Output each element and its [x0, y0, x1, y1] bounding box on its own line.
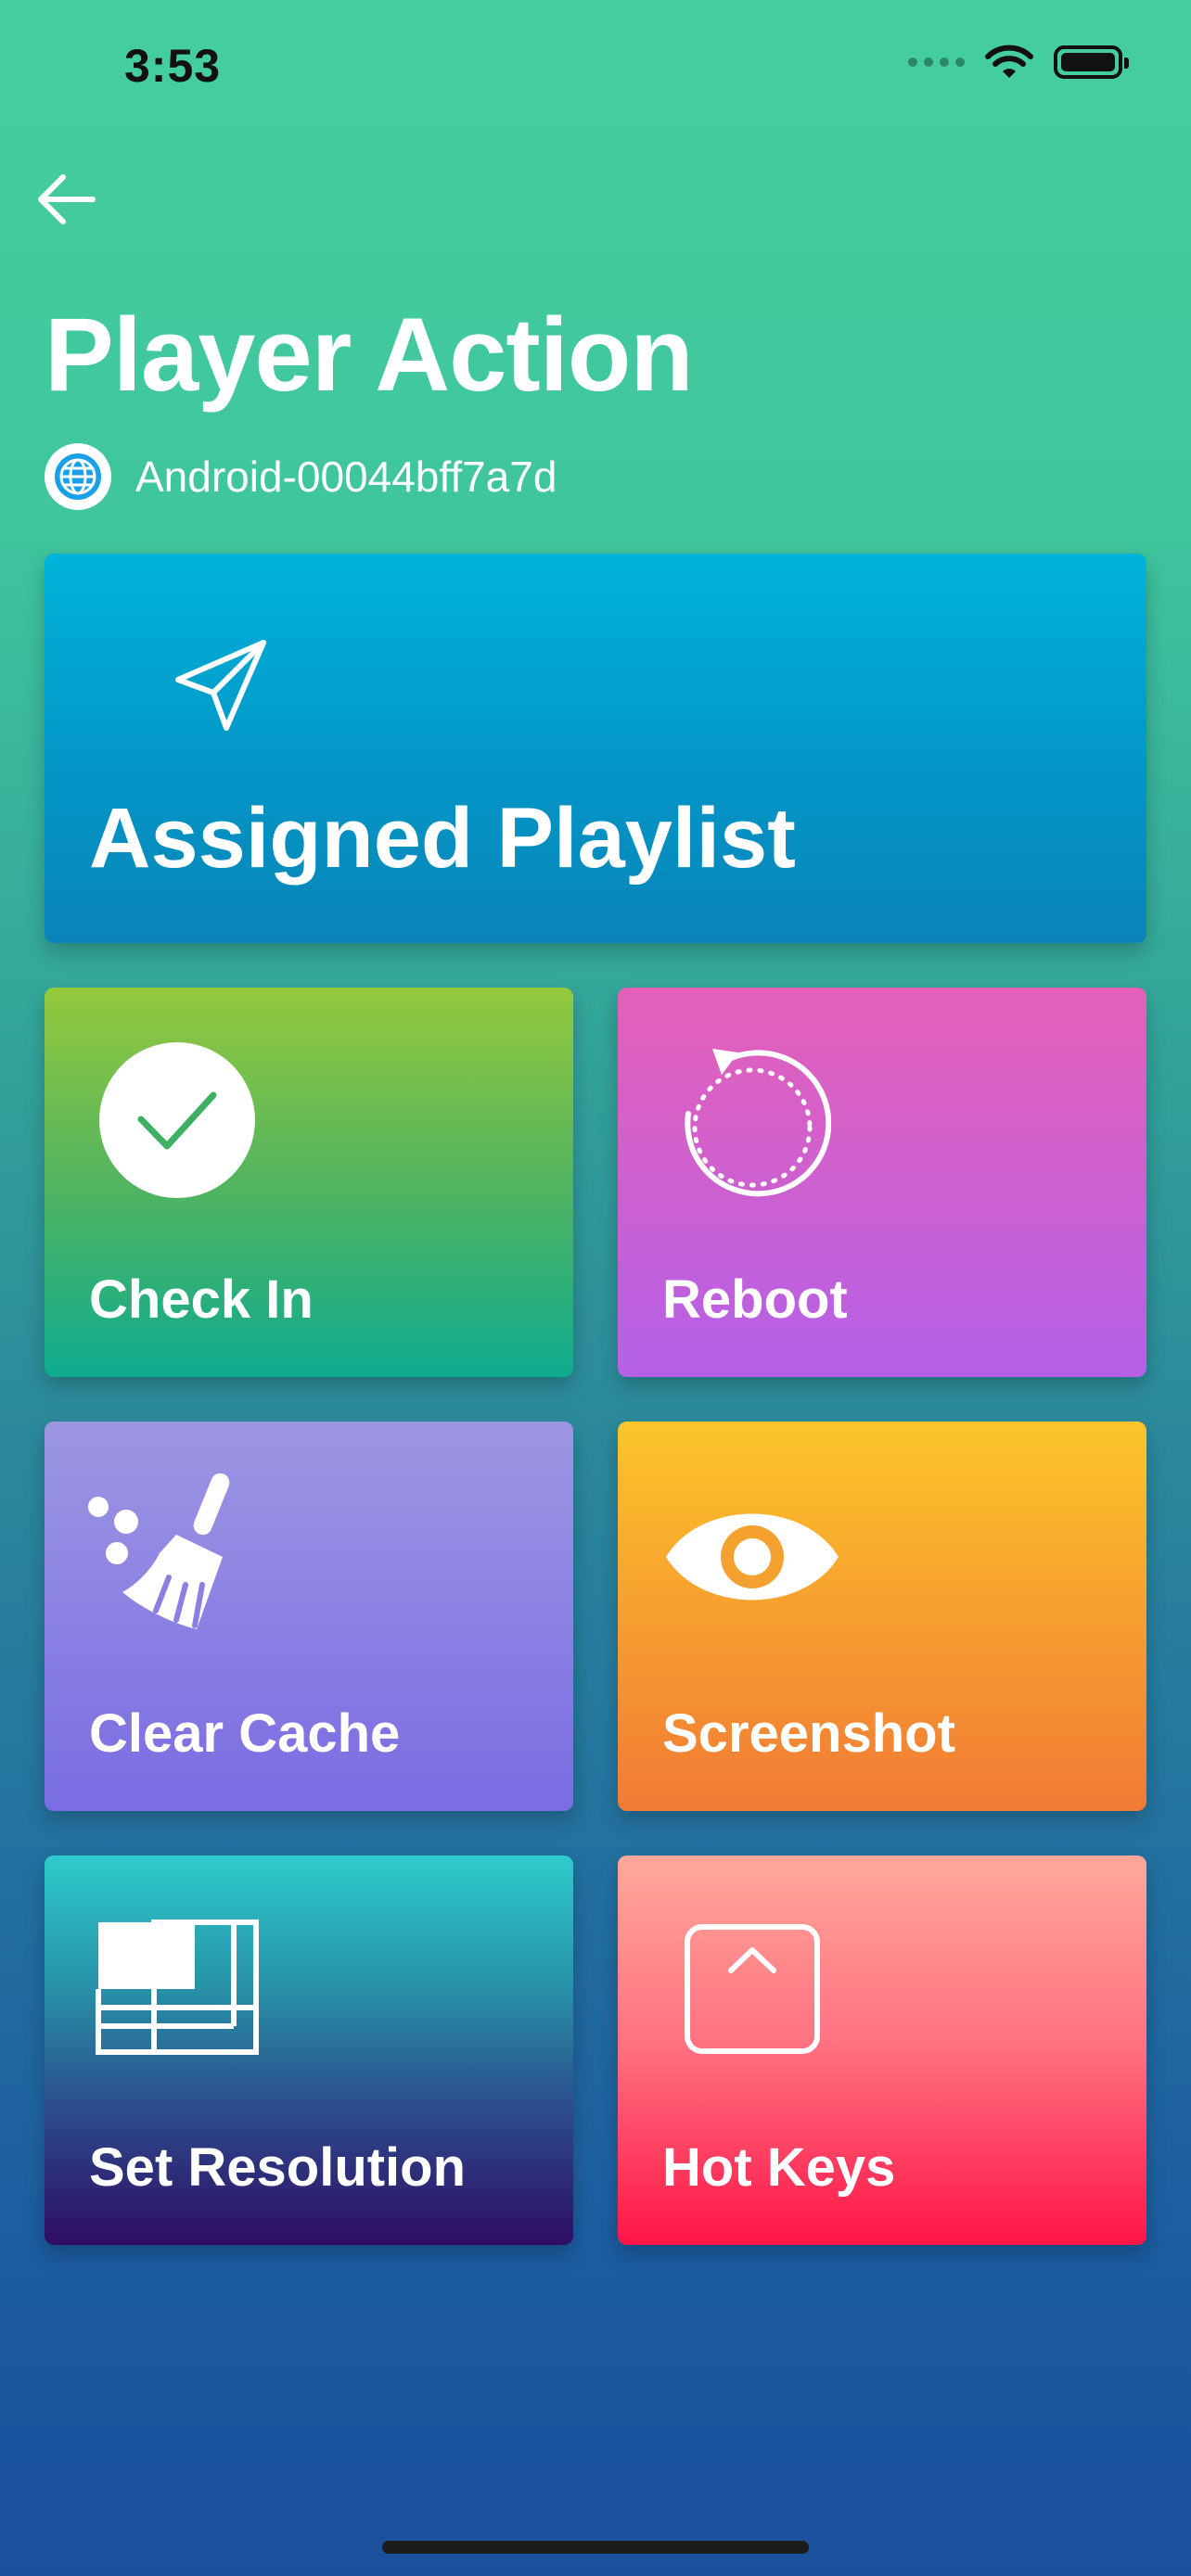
assigned-playlist-card[interactable]: Assigned Playlist [45, 554, 1146, 943]
check-circle-icon [99, 1042, 255, 1198]
reboot-card[interactable]: Reboot [618, 988, 1146, 1377]
globe-icon [55, 453, 101, 500]
caret-up-square-icon [685, 1924, 820, 2054]
battery-icon [1054, 45, 1129, 79]
hot-keys-label: Hot Keys [662, 2137, 896, 2198]
resolution-icon [96, 1919, 259, 2055]
check-in-label: Check In [89, 1269, 314, 1330]
clear-cache-label: Clear Cache [89, 1703, 401, 1764]
clear-cache-card[interactable]: Clear Cache [45, 1422, 573, 1811]
device-name: Android-00044bff7a7d [135, 453, 557, 501]
globe-badge [45, 443, 111, 510]
device-info: Android-00044bff7a7d [45, 443, 557, 510]
paper-plane-icon [175, 640, 266, 731]
reboot-label: Reboot [662, 1269, 848, 1330]
wifi-icon [985, 45, 1033, 78]
screenshot-card[interactable]: Screenshot [618, 1422, 1146, 1811]
status-time: 3:53 [124, 40, 222, 92]
back-button[interactable] [33, 167, 98, 232]
set-resolution-card[interactable]: Set Resolution [45, 1855, 573, 2245]
assigned-playlist-label: Assigned Playlist [89, 791, 796, 886]
screenshot-label: Screenshot [662, 1703, 955, 1764]
set-resolution-label: Set Resolution [89, 2137, 467, 2198]
eye-icon [666, 1513, 839, 1600]
signal-icon [908, 57, 965, 67]
refresh-icon [685, 1049, 831, 1197]
home-indicator[interactable] [382, 2541, 809, 2554]
page-title: Player Action [45, 297, 694, 413]
check-in-card[interactable]: Check In [45, 988, 573, 1377]
arrow-left-icon [38, 174, 96, 224]
hot-keys-card[interactable]: Hot Keys [618, 1855, 1146, 2245]
status-icons [908, 45, 1129, 80]
broom-icon [88, 1473, 230, 1629]
